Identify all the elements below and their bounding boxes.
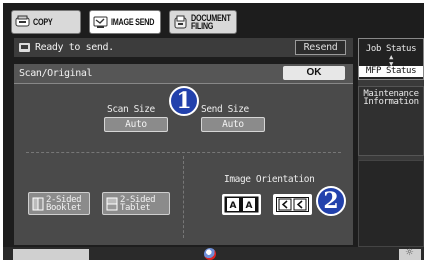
section-divider [26, 152, 341, 153]
tab-copy[interactable]: COPY [11, 10, 81, 34]
send-size-button[interactable]: Auto [201, 117, 265, 132]
document-filing-icon [174, 15, 187, 29]
lcd-display: COPY IMAGE SEND DOCUMENT FILING Ready to… [3, 3, 424, 260]
scan-size-button[interactable]: Auto [104, 117, 168, 132]
panel-header: Scan/Original OK [14, 64, 353, 84]
tab-document-filing[interactable]: DOCUMENT FILING [169, 10, 237, 34]
two-sided-tablet-label: 2-Sided Tablet [120, 194, 156, 213]
status-bar: Ready to send. Resend [14, 38, 353, 57]
two-sided-booklet-label: 2-Sided Booklet [46, 194, 82, 213]
panel-title: Scan/Original [19, 68, 93, 79]
copier-icon [15, 15, 30, 27]
tab-image-send[interactable]: IMAGE SEND [89, 10, 161, 34]
ok-button[interactable]: OK [283, 66, 345, 80]
callout-1-badge: 1 [169, 86, 199, 116]
bottom-left-button[interactable] [13, 249, 89, 260]
mfp-status-label: MFP Status [359, 66, 423, 77]
right-lower-area [358, 160, 424, 247]
two-sided-tablet-button[interactable]: 2-Sided Tablet [102, 192, 170, 215]
callout-2-badge: 2 [316, 186, 346, 216]
svg-text:A: A [246, 201, 253, 211]
tablet-icon [106, 197, 118, 210]
resend-button[interactable]: Resend [295, 40, 346, 55]
orientation-landscape-button[interactable] [273, 194, 312, 215]
touch-panel-screen: COPY IMAGE SEND DOCUMENT FILING Ready to… [0, 0, 427, 262]
image-orientation-label: Image Orientation [224, 174, 315, 185]
right-status-column: Job Status ▲ ▼ MFP Status Maintenance Inf… [358, 38, 424, 247]
scan-size-label: Scan Size [107, 104, 155, 115]
job-status-button[interactable]: Job Status ▲ ▼ MFP Status [358, 38, 424, 80]
landscape-orientation-icon [276, 197, 309, 212]
globe-icon[interactable] [204, 248, 216, 260]
tab-copy-label: COPY [33, 17, 53, 27]
brightness-icon: ☼ [405, 247, 414, 258]
orientation-portrait-button[interactable]: A A [222, 194, 261, 215]
svg-text:A: A [230, 201, 237, 211]
column-divider [183, 156, 184, 238]
bottom-bar: ☼ [3, 247, 424, 260]
tab-document-filing-label: DOCUMENT FILING [191, 13, 231, 31]
send-size-label: Send Size [201, 104, 249, 115]
image-send-icon [93, 16, 108, 28]
portrait-orientation-icon: A A [224, 196, 259, 213]
bottom-right-button[interactable]: ☼ [399, 247, 421, 260]
maintenance-information-button[interactable]: Maintenance Information [358, 86, 424, 156]
booklet-icon [32, 197, 44, 210]
scanner-status-icon [19, 43, 30, 52]
two-sided-booklet-button[interactable]: 2-Sided Booklet [28, 192, 90, 215]
status-message: Ready to send. [35, 42, 114, 53]
tab-image-send-label: IMAGE SEND [111, 17, 155, 27]
